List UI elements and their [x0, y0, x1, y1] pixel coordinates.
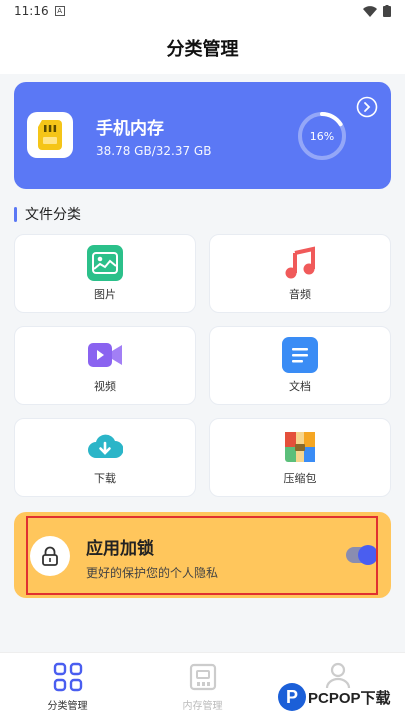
section-accent-bar [14, 206, 17, 222]
category-label: 文档 [289, 380, 311, 393]
wifi-icon [363, 5, 377, 17]
title-bar: 分类管理 [0, 22, 405, 74]
category-downloads[interactable]: 下载 [14, 418, 196, 497]
page-title: 分类管理 [166, 39, 239, 60]
status-right [363, 5, 391, 17]
category-label: 音频 [289, 288, 311, 301]
tab-category-management[interactable]: 分类管理 [0, 653, 135, 720]
status-left: 11:16 A [14, 4, 65, 18]
tab-label: 分类管理 [47, 700, 88, 712]
sd-card-icon-box [27, 112, 73, 158]
status-time: 11:16 [14, 4, 49, 18]
watermark: P PCPOP下载 [278, 683, 391, 711]
category-images[interactable]: 图片 [14, 234, 196, 313]
watermark-text: PCPOP下载 [308, 689, 391, 707]
sd-card-icon [38, 120, 62, 150]
chevron-right-icon[interactable] [356, 96, 378, 118]
grid-icon [53, 662, 82, 691]
status-bar: 11:16 A [0, 0, 405, 22]
image-icon [87, 245, 123, 281]
category-audio[interactable]: 音频 [209, 234, 391, 313]
category-archives[interactable]: 压缩包 [209, 418, 391, 497]
app-lock-card[interactable]: 应用加锁 更好的保护您的个人隐私 [14, 512, 391, 598]
storage-name: 手机内存 [96, 119, 164, 139]
category-label: 压缩包 [283, 472, 317, 485]
storage-percent: 16% [309, 129, 335, 143]
category-label: 视频 [94, 380, 116, 393]
music-icon [282, 245, 318, 281]
download-icon [87, 429, 123, 465]
document-icon [282, 337, 318, 373]
category-documents[interactable]: 文档 [209, 326, 391, 405]
highlight-outline [26, 516, 378, 595]
section-title: 文件分类 [25, 207, 81, 223]
video-icon [87, 337, 123, 373]
storage-card[interactable]: 手机内存 38.78 GB/32.37 GB 16% [14, 82, 391, 189]
storage-size: 38.78 GB/32.37 GB [96, 144, 212, 158]
tab-label: 内存管理 [182, 700, 223, 712]
battery-icon [383, 5, 391, 17]
storage-icon [189, 663, 216, 690]
category-video[interactable]: 视频 [14, 326, 196, 405]
tab-memory-management[interactable]: 内存管理 [135, 653, 270, 720]
archive-icon [282, 429, 318, 465]
watermark-logo: P [278, 683, 306, 711]
category-label: 下载 [94, 472, 116, 485]
category-label: 图片 [94, 288, 116, 301]
section-header: 文件分类 [14, 204, 81, 224]
notification-icon: A [54, 6, 65, 16]
